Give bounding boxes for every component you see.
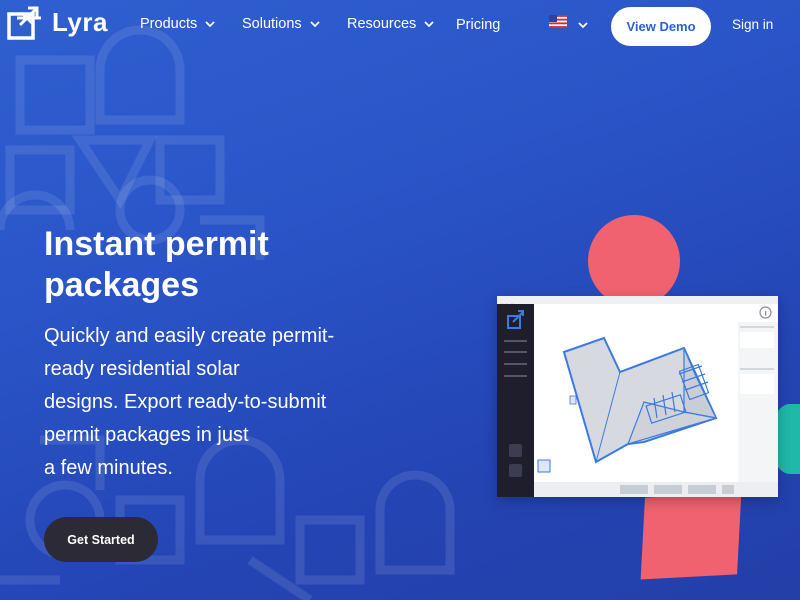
- decorative-red-circle: [588, 215, 680, 307]
- get-started-button[interactable]: Get Started: [44, 517, 158, 562]
- us-flag-icon[interactable]: [549, 15, 567, 28]
- hero-title: Instant permit packages: [44, 225, 269, 304]
- roof-diagram: [537, 336, 718, 473]
- chevron-down-icon: [310, 21, 320, 28]
- app-screenshot-illustration: [497, 296, 778, 497]
- info-icon: [759, 306, 772, 319]
- panel-graphics: [740, 326, 774, 394]
- view-demo-button[interactable]: View Demo: [611, 7, 711, 46]
- hero-subtitle-line: permit packages in just: [44, 424, 249, 446]
- nav-solutions[interactable]: Solutions: [242, 16, 320, 32]
- app-window-bar: [497, 296, 778, 307]
- hero-subtitle-line: ready residential solar: [44, 358, 240, 380]
- app-sidebar: [497, 304, 534, 497]
- top-navigation: Lyra Products Solutions Resources Pricin…: [0, 0, 800, 50]
- hero-subtitle-line: a few minutes.: [44, 457, 173, 479]
- chevron-down-icon: [205, 21, 215, 28]
- language-chevron-down-icon[interactable]: [578, 20, 588, 30]
- app-toolbar: [534, 304, 778, 323]
- app-properties-panel: [738, 322, 778, 482]
- nav-pricing[interactable]: Pricing: [456, 17, 500, 33]
- decorative-red-shape: [640, 492, 742, 580]
- hero-subtitle-line: designs. Export ready-to-submit: [44, 391, 327, 413]
- chevron-down-icon: [424, 21, 434, 28]
- brand-name: Lyra: [52, 6, 108, 37]
- hero-subtitle: Quickly and easily create permit- ready …: [44, 320, 354, 485]
- nav-pricing-label: Pricing: [456, 17, 501, 33]
- nav-solutions-label: Solutions: [242, 16, 302, 32]
- footer-buttons-graphics: [620, 485, 734, 494]
- sign-in-link[interactable]: Sign in: [732, 17, 773, 32]
- hero-subtitle-line: Quickly and easily create permit-: [44, 325, 335, 347]
- app-footer-bar: [534, 482, 778, 497]
- brand-logo[interactable]: Lyra: [6, 4, 108, 40]
- roof-design-canvas: [534, 322, 738, 482]
- nav-products[interactable]: Products: [140, 16, 215, 32]
- lyra-logo-icon: [7, 6, 41, 40]
- nav-products-label: Products: [140, 16, 198, 32]
- app-sidebar-graphics: [504, 310, 527, 477]
- nav-resources[interactable]: Resources: [347, 16, 434, 32]
- nav-resources-label: Resources: [347, 16, 417, 32]
